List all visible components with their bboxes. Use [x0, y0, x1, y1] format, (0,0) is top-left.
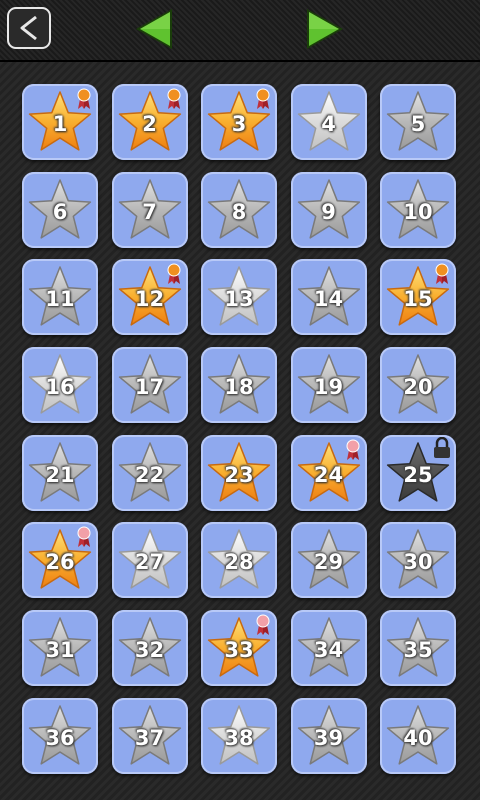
- level-tile-33[interactable]: 33: [201, 610, 277, 687]
- medal-orange-icon: [167, 88, 180, 109]
- level-tile-15[interactable]: 15: [380, 259, 456, 336]
- level-number: 19: [313, 375, 344, 400]
- level-number: 4: [321, 112, 336, 136]
- level-tile-7[interactable]: 7: [111, 171, 188, 248]
- level-tile-22[interactable]: 22: [111, 434, 188, 511]
- medal-orange-icon: [435, 263, 449, 285]
- back-button[interactable]: [7, 7, 51, 49]
- back-chevron-icon: [20, 15, 37, 41]
- level-tile-29[interactable]: 29: [290, 522, 367, 599]
- level-tile-17[interactable]: 17: [111, 347, 188, 424]
- level-number: 14: [313, 287, 344, 312]
- level-number: 34: [313, 638, 344, 663]
- top-bar: [0, 0, 480, 62]
- level-number: 5: [410, 112, 426, 136]
- level-tile-30[interactable]: 30: [380, 522, 456, 599]
- level-tile-39[interactable]: 39: [290, 697, 367, 774]
- level-tile-23[interactable]: 23: [201, 434, 277, 511]
- medal-pink-icon: [346, 439, 359, 460]
- level-number: 35: [403, 638, 433, 663]
- level-tile-2[interactable]: 2: [111, 84, 188, 160]
- level-tile-21[interactable]: 21: [22, 434, 98, 511]
- level-tile-34[interactable]: 34: [290, 610, 367, 687]
- medal-pink-icon: [256, 614, 270, 636]
- prev-page-button[interactable]: [132, 6, 176, 52]
- level-number: 21: [45, 462, 75, 487]
- level-number: 16: [45, 375, 75, 400]
- level-tile-10[interactable]: 10: [380, 171, 456, 248]
- level-number: 18: [224, 375, 254, 400]
- level-tile-14[interactable]: 14: [290, 259, 367, 336]
- level-tile-5[interactable]: 5: [380, 84, 456, 160]
- level-number: 23: [224, 462, 254, 487]
- level-tile-12[interactable]: 12: [111, 259, 188, 336]
- level-tile-26[interactable]: 26: [22, 522, 98, 599]
- level-number: 13: [224, 287, 254, 312]
- level-number: 29: [313, 550, 344, 575]
- level-number: 6: [52, 199, 68, 224]
- level-number: 27: [134, 550, 165, 575]
- level-tile-27[interactable]: 27: [111, 522, 188, 599]
- level-number: 17: [134, 375, 165, 400]
- level-tile-37[interactable]: 37: [111, 697, 188, 774]
- level-tile-1[interactable]: 1: [22, 84, 98, 160]
- level-number: 22: [134, 462, 165, 487]
- level-tile-20[interactable]: 20: [380, 347, 456, 424]
- level-number: 40: [403, 725, 433, 750]
- level-tile-25: 25: [380, 434, 456, 511]
- level-tile-38[interactable]: 38: [201, 697, 277, 774]
- medal-pink-icon: [77, 526, 91, 548]
- level-number: 32: [134, 638, 165, 663]
- level-tile-19[interactable]: 19: [290, 347, 367, 424]
- level-number: 9: [321, 199, 336, 224]
- level-tile-4[interactable]: 4: [290, 84, 367, 160]
- level-number: 37: [134, 725, 165, 750]
- level-grid: 1 2 3 4 5 6 7 8 9 10 11 12 13 14 15 16 17 18 19 20 21 22 23 24 2…: [22, 84, 458, 774]
- level-tile-18[interactable]: 18: [201, 347, 277, 424]
- level-tile-11[interactable]: 11: [22, 259, 98, 336]
- level-tile-8[interactable]: 8: [201, 171, 277, 248]
- medal-orange-icon: [256, 88, 270, 109]
- level-tile-13[interactable]: 13: [201, 259, 277, 336]
- level-number: 20: [403, 375, 433, 400]
- level-number: 28: [224, 550, 254, 575]
- level-number: 38: [224, 725, 254, 750]
- level-tile-24[interactable]: 24: [290, 434, 367, 511]
- next-page-button[interactable]: [303, 6, 347, 52]
- level-number: 11: [45, 287, 75, 312]
- level-number: 10: [403, 199, 433, 224]
- level-number: 7: [142, 199, 157, 224]
- level-tile-9[interactable]: 9: [290, 171, 367, 248]
- level-tile-36[interactable]: 36: [22, 697, 98, 774]
- level-tile-32[interactable]: 32: [111, 610, 188, 687]
- level-number: 36: [45, 725, 75, 750]
- medal-orange-icon: [77, 88, 91, 109]
- level-tile-28[interactable]: 28: [201, 522, 277, 599]
- level-tile-31[interactable]: 31: [22, 610, 98, 687]
- level-tile-3[interactable]: 3: [201, 84, 277, 160]
- level-number: 39: [313, 725, 344, 750]
- level-number: 31: [45, 638, 75, 663]
- medal-orange-icon: [167, 263, 180, 285]
- level-number: 30: [403, 550, 433, 575]
- level-tile-40[interactable]: 40: [380, 697, 456, 774]
- level-tile-16[interactable]: 16: [22, 347, 98, 424]
- level-number: 8: [231, 199, 247, 224]
- padlock-icon: [434, 436, 450, 458]
- level-tile-35[interactable]: 35: [380, 610, 456, 687]
- level-tile-6[interactable]: 6: [22, 171, 98, 248]
